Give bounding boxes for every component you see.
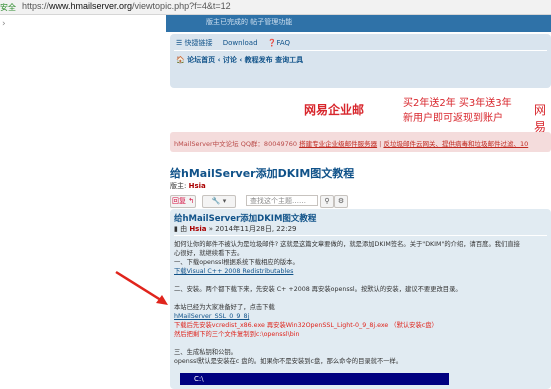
post-line: openssl默认是安装在c 盘的。如果你不是安装到c盘，那么命令的目录就不一样… <box>174 358 403 365</box>
post-date: » 2014年11月28日, 22:29 <box>208 225 297 233</box>
reply-label: 回复 <box>171 197 186 205</box>
faq-link[interactable]: ❓FAQ <box>268 39 290 47</box>
download-link[interactable]: Download <box>223 39 258 47</box>
ad-brand-cut: 网易 <box>534 103 547 134</box>
breadcrumb[interactable]: 🏠 论坛首页 ‹ 讨论 ‹ 教程发布 查询工具 <box>176 55 303 65</box>
ad-brand: 网易企业邮 <box>304 103 365 117</box>
forum-header: 版主已完成的 帖子管理功能 <box>166 15 551 32</box>
quicklinks-link[interactable]: ☰ 快捷链接 <box>176 39 213 47</box>
tools-button[interactable]: 🔧 ▾ <box>202 195 236 208</box>
post-line: 如何让你的邮件不被认为是垃圾邮件? 这就是这篇文章要做的，就是添加DKIM签名。… <box>174 241 520 248</box>
code-title: C:\ <box>194 375 204 383</box>
post-line: 二、安装。两个都下载下来，先安装 C+ +2008 再安装openssl。按默认… <box>174 286 462 293</box>
gear-icon[interactable]: ⚙ <box>334 195 348 208</box>
moderators: 版主: Hsia <box>170 181 206 191</box>
browser-address-bar[interactable]: 安全 https://www.hmailserver.org/viewtopic… <box>0 0 551 15</box>
forum-page: 版主已完成的 帖子管理功能 ☰ 快捷链接 Download ❓FAQ 🏠 论坛首… <box>166 15 551 389</box>
left-pane <box>0 15 160 374</box>
moderators-label: 版主: <box>170 182 187 190</box>
url-path: /viewtopic.php?f=4&t=12 <box>132 1 231 11</box>
url-host: www.hmailserver.org <box>49 1 133 11</box>
topic-search-input[interactable]: 查找这个主题…… <box>246 195 318 206</box>
notice-link-1[interactable]: 搭建专业企业级邮件服务器 <box>299 140 377 148</box>
post-line: 三、生成私钥和公钥。 <box>174 349 237 356</box>
ssl-download-link[interactable]: hMailServer_SSL_0_9_8j <box>174 312 249 321</box>
notice-text: hMailServer中文论坛 QQ群：80049760 搭建专业企业级邮件服务… <box>174 138 528 148</box>
header-strip-text: 版主已完成的 帖子管理功能 <box>206 18 293 26</box>
secure-label: 安全 <box>0 3 16 12</box>
reply-button[interactable]: 回复 ↰ <box>170 195 196 208</box>
post-line-red: 然后把剩下的三个文件复制到c:\openssl\bin <box>174 331 300 338</box>
download-vc-link[interactable]: 下载Visual C++ 2008 Redistributables <box>174 267 293 276</box>
nav-links: ☰ 快捷链接 Download ❓FAQ <box>176 38 298 48</box>
post: 给hMailServer添加DKIM图文教程 ▮ 由 Hsia » 2014年1… <box>170 209 551 389</box>
post-icon: ▮ <box>174 225 178 233</box>
post-by: 由 <box>180 225 188 233</box>
chevron-right-icon[interactable]: › <box>2 19 6 29</box>
post-line: 一、下载openssl根据系统下载相应的版本。 <box>174 259 299 266</box>
notice-link-2[interactable]: 反垃圾邮件云网关、提供病毒和垃圾邮件过滤、10 <box>383 140 528 148</box>
post-author[interactable]: Hsia <box>189 225 206 233</box>
post-line: 本站已经为大家准备好了，点击下载 <box>174 304 275 311</box>
post-title[interactable]: 给hMailServer添加DKIM图文教程 <box>174 212 316 224</box>
ad-line1: 买2年送2年 买3年送3年 <box>403 98 512 109</box>
post-divider <box>174 235 547 236</box>
post-line-red: 下载后先安装vcredist_x86.exe 再安装Win32OpenSSL_L… <box>174 322 438 329</box>
post-meta: ▮ 由 Hsia » 2014年11月28日, 22:29 <box>174 224 296 234</box>
moderator-link[interactable]: Hsia <box>189 182 206 190</box>
notice-bar: hMailServer中文论坛 QQ群：80049760 搭建专业企业级邮件服务… <box>170 132 551 152</box>
url-text[interactable]: https://www.hmailserver.org/viewtopic.ph… <box>22 1 231 11</box>
nav-bar: ☰ 快捷链接 Download ❓FAQ 🏠 论坛首页 ‹ 讨论 ‹ 教程发布 … <box>170 34 551 88</box>
ad-banner[interactable]: 网易企业邮 买2年送2年 买3年送3年 新用户即可返现到账户 网易 <box>166 88 551 134</box>
notice-prefix: hMailServer中文论坛 QQ群：80049760 <box>174 140 298 148</box>
nav-divider <box>174 50 547 51</box>
topic-title[interactable]: 给hMailServer添加DKIM图文教程 <box>170 165 354 181</box>
search-icon[interactable]: ⚲ <box>320 195 334 208</box>
post-line: 心很好，就继续看下去。 <box>174 250 244 257</box>
url-prefix: https:// <box>22 1 50 11</box>
ad-line2: 新用户即可返现到账户 <box>403 113 503 124</box>
code-window-titlebar: C:\ <box>180 373 449 385</box>
